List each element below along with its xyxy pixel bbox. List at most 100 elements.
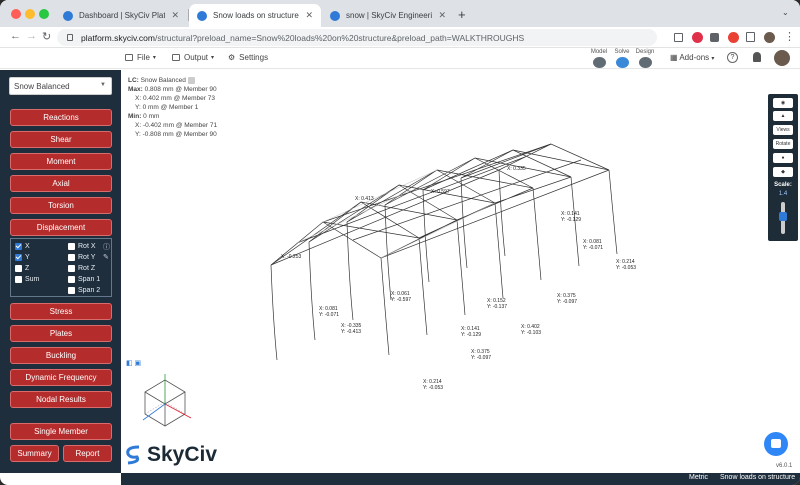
3d-viewport[interactable]: LC: Snow Balanced Max: 0.808 mm @ Member… <box>121 70 800 473</box>
output-menu[interactable]: Output ▾ <box>172 53 214 62</box>
stage-design[interactable]: Design <box>631 49 659 68</box>
cube-icon[interactable]: ◆ <box>773 167 793 177</box>
option-span-1[interactable]: Span 1 <box>68 276 100 283</box>
checkbox[interactable] <box>15 254 22 261</box>
user-avatar[interactable] <box>774 50 790 66</box>
close-window-button[interactable] <box>11 9 21 19</box>
summary-button[interactable]: Summary <box>10 445 59 462</box>
option-rot-y[interactable]: Rot Y <box>68 254 95 261</box>
share-icon[interactable] <box>674 33 683 42</box>
tab-dashboard[interactable]: Dashboard | SkyCiv Platform ✕ <box>55 4 187 27</box>
chat-support-button[interactable] <box>764 432 788 456</box>
new-tab-button[interactable]: + <box>458 7 466 22</box>
svg-text:X: 0.413: X: 0.413 <box>355 196 374 202</box>
extension-red-icon[interactable] <box>692 32 703 43</box>
checkbox[interactable] <box>68 287 75 294</box>
info-icon[interactable]: ⓘ <box>103 242 110 252</box>
maximize-window-button[interactable] <box>39 9 49 19</box>
reload-icon[interactable]: ↻ <box>42 30 51 43</box>
help-icon[interactable]: ? <box>727 52 738 63</box>
option-rot-x[interactable]: Rot X <box>68 243 96 250</box>
view-mode-icons[interactable]: ◧ ▣ <box>126 359 141 367</box>
app-menubar: File ▾ Output ▾ ⚙ Settings Model Solve Desi… <box>0 48 800 69</box>
results-sidebar: Snow Balanced ▼ Reactions Shear Moment A… <box>0 70 121 473</box>
units-indicator[interactable]: Metric <box>689 474 708 481</box>
scale-value: 1.4 <box>778 191 788 197</box>
svg-text:Y: -0.097: Y: -0.097 <box>471 355 491 361</box>
svg-text:Y: -0.053: Y: -0.053 <box>423 385 443 391</box>
option-span-2[interactable]: Span 2 <box>68 287 100 294</box>
report-button[interactable]: Report <box>63 445 112 462</box>
axial-button[interactable]: Axial <box>10 175 112 192</box>
extensions-puzzle-icon[interactable] <box>710 33 719 42</box>
checkbox[interactable] <box>15 265 22 272</box>
nodal-results-button[interactable]: Nodal Results <box>10 391 112 408</box>
option-x[interactable]: X <box>15 243 30 250</box>
displacement-options-panel: X Y Z Sum Rot X Rot Y Rot Z Span 1 Span … <box>10 238 112 297</box>
extension-record-icon[interactable] <box>728 32 739 43</box>
grid-icon: ▦ <box>670 53 678 62</box>
close-tab-icon[interactable]: ✕ <box>305 10 313 21</box>
checkbox[interactable] <box>68 254 75 261</box>
profile-avatar[interactable] <box>764 32 775 43</box>
eye-icon[interactable]: ◉ <box>773 98 793 108</box>
output-icon <box>172 54 180 61</box>
views-button[interactable]: Views <box>773 125 793 135</box>
tab-search-chevron-icon[interactable]: ⌄ <box>782 8 789 17</box>
close-tab-icon[interactable]: ✕ <box>438 10 446 21</box>
plates-button[interactable]: Plates <box>10 325 112 342</box>
file-icon <box>125 54 133 61</box>
file-menu[interactable]: File ▾ <box>125 53 156 62</box>
checkbox[interactable] <box>68 265 75 272</box>
stress-button[interactable]: Stress <box>10 303 112 320</box>
svg-text:Y: -0.097: Y: -0.097 <box>557 299 577 305</box>
single-member-button[interactable]: Single Member <box>10 423 112 440</box>
notification-bell-icon[interactable] <box>753 52 761 62</box>
checkbox[interactable] <box>15 243 22 250</box>
checkbox[interactable] <box>68 276 75 283</box>
addons-menu[interactable]: ▦ Add-ons ▾ <box>670 53 714 62</box>
address-bar[interactable]: platform.skyciv.com/structural?preload_n… <box>57 29 657 46</box>
orientation-cube[interactable] <box>137 372 193 432</box>
tab-snow-engineering[interactable]: snow | SkyCiv Engineering ✕ <box>322 4 454 27</box>
tab-strip: Dashboard | SkyCiv Platform ✕ Snow loads… <box>0 0 800 27</box>
back-arrow-icon[interactable]: ← <box>10 30 21 42</box>
option-z[interactable]: Z <box>15 265 29 272</box>
minimize-window-button[interactable] <box>25 9 35 19</box>
chevron-down-icon: ▾ <box>711 56 715 62</box>
reactions-button[interactable]: Reactions <box>10 109 112 126</box>
forward-arrow-icon[interactable]: → <box>26 30 37 42</box>
option-y[interactable]: Y <box>15 254 30 261</box>
torsion-button[interactable]: Torsion <box>10 197 112 214</box>
pencil-icon[interactable]: ✎ <box>103 253 109 261</box>
status-bar: Metric Snow loads on structure <box>121 473 800 485</box>
svg-text:X: 0.597: X: 0.597 <box>431 189 450 195</box>
svg-text:Y: -0.071: Y: -0.071 <box>583 245 603 251</box>
moment-button[interactable]: Moment <box>10 153 112 170</box>
load-case-dropdown[interactable]: Snow Balanced ▼ <box>9 77 112 95</box>
settings-menu[interactable]: ⚙ Settings <box>228 53 268 62</box>
option-sum[interactable]: Sum <box>15 276 39 283</box>
model-stage-icon <box>592 57 606 68</box>
sidepanel-icon[interactable] <box>746 32 755 42</box>
option-rot-z[interactable]: Rot Z <box>68 265 95 272</box>
svg-text:Y: -0.413: Y: -0.413 <box>341 329 361 335</box>
shear-button[interactable]: Shear <box>10 131 112 148</box>
rotate-button[interactable]: Rotate <box>773 139 793 149</box>
displacement-button[interactable]: Displacement <box>10 219 112 236</box>
close-tab-icon[interactable]: ✕ <box>171 10 179 21</box>
chevron-down-icon: ▾ <box>152 55 156 61</box>
copy-icon[interactable] <box>187 76 195 84</box>
scale-slider-thumb[interactable] <box>779 212 787 221</box>
checkbox[interactable] <box>68 243 75 250</box>
camera-icon[interactable]: ● <box>773 153 793 163</box>
tab-snow-loads[interactable]: Snow loads on structure | SkyCi ✕ <box>189 4 321 27</box>
skyciv-favicon-icon <box>330 10 340 21</box>
dynamic-frequency-button[interactable]: Dynamic Frequency <box>10 369 112 386</box>
image-icon[interactable]: ▲ <box>773 111 793 121</box>
svg-text:Y: -0.129: Y: -0.129 <box>461 332 481 338</box>
buckling-button[interactable]: Buckling <box>10 347 112 364</box>
browser-menu-icon[interactable]: ⋮ <box>784 30 795 43</box>
checkbox[interactable] <box>15 276 22 283</box>
skyciv-favicon-icon <box>197 10 207 21</box>
